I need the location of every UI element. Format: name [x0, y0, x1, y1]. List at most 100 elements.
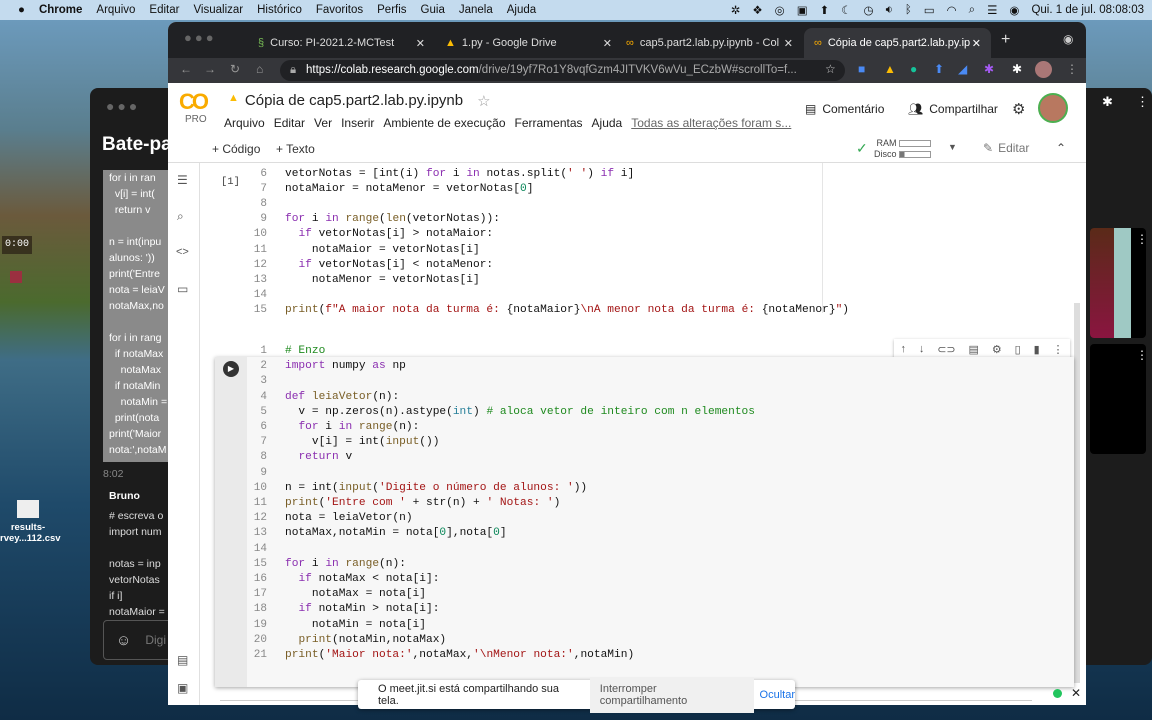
chrome-menu-icon[interactable]: ⋮ — [1066, 62, 1078, 76]
more-vert-icon[interactable]: ⋮ — [1136, 232, 1146, 246]
code-line[interactable]: print(notaMin,notaMax) — [285, 634, 446, 646]
back-icon[interactable]: ← — [180, 62, 192, 76]
stop-sharing-button[interactable]: Interromper compartilhamento — [589, 676, 754, 713]
files-folder-icon[interactable]: ▭ — [177, 282, 188, 296]
user-avatar[interactable] — [1038, 93, 1068, 123]
menubar-item[interactable]: Editar — [149, 4, 179, 16]
arrow-down-icon[interactable]: ↓ — [919, 343, 925, 355]
menu-item[interactable]: Ver — [314, 116, 332, 130]
more-vert-icon[interactable]: ⋮ — [1053, 343, 1064, 356]
bluetooth-icon[interactable]: ᛒ — [905, 4, 912, 16]
grammarly-icon[interactable]: ● — [910, 62, 917, 76]
menu-item[interactable]: Ajuda — [592, 116, 623, 130]
chat-message-selected[interactable]: for i in ran v[i] = int( return v n = in… — [103, 170, 173, 462]
tab-curso[interactable]: § Curso: PI-2021.2-MCTest ✕ — [248, 28, 435, 58]
code-line[interactable]: if vetorNotas[i] > notaMaior: — [285, 228, 493, 240]
more-vert-icon[interactable]: ⋮ — [1136, 348, 1148, 362]
trash-icon[interactable]: ▮ — [1034, 343, 1040, 356]
code-line[interactable]: print('Maior nota:',notaMax,'\nMenor not… — [285, 649, 634, 661]
close-icon[interactable]: ✕ — [972, 37, 981, 50]
forward-icon[interactable]: → — [204, 62, 216, 76]
extensions-icon[interactable]: ✱ — [1102, 94, 1113, 110]
code-line[interactable]: for i in range(len(vetorNotas)): — [285, 213, 500, 225]
clock-icon[interactable]: ◷ — [864, 3, 874, 17]
settings-gear-icon[interactable]: ⚙ — [1012, 100, 1025, 118]
participant-video[interactable]: ⋮ — [1090, 228, 1146, 338]
profile-avatar[interactable] — [1035, 61, 1052, 78]
menubar-item[interactable]: Perfis — [377, 4, 406, 16]
code-line[interactable]: vetorNotas = [int(i) for i in notas.spli… — [285, 168, 634, 180]
menubar-app[interactable]: Chrome — [39, 4, 82, 16]
tab-colab-copy[interactable]: ∞ Cópia de cap5.part2.lab.py.ip ✕ — [804, 28, 991, 58]
menubar-item[interactable]: Favoritos — [316, 4, 363, 16]
code-line[interactable]: notaMax = nota[i] — [285, 588, 426, 600]
upload-icon[interactable]: ⬆ — [820, 3, 830, 17]
notebook-title-text[interactable]: Cópia de cap5.part2.lab.py.ipynb — [245, 92, 463, 110]
code-line[interactable]: print('Entre com ' + str(n) + ' Notas: '… — [285, 497, 560, 509]
tab-search-icon[interactable]: ◉ — [1063, 32, 1073, 46]
gear-icon[interactable]: ⚙ — [992, 343, 1002, 356]
code-line[interactable]: n = int(input('Digite o número de alunos… — [285, 482, 587, 494]
bookmark-star-icon[interactable]: ☆ — [825, 62, 836, 76]
star-icon[interactable]: ☆ — [477, 92, 490, 110]
menubar-item[interactable]: Arquivo — [96, 4, 135, 16]
extension-icon[interactable]: ◢ — [958, 62, 967, 76]
command-palette-icon[interactable]: ▤ — [177, 653, 188, 667]
code-line[interactable]: if notaMin > nota[i]: — [285, 603, 439, 615]
hide-button[interactable]: Ocultar — [760, 689, 795, 701]
add-text-button[interactable]: + Texto — [276, 142, 315, 156]
close-icon[interactable]: ✕ — [603, 37, 612, 50]
resources-indicator[interactable]: RAM Disco — [874, 138, 932, 160]
table-of-contents-icon[interactable]: ☰ — [177, 173, 188, 187]
notebook-title[interactable]: ▲ Cópia de cap5.part2.lab.py.ipynb ☆ — [228, 92, 491, 110]
scrollbar[interactable] — [1074, 303, 1080, 683]
code-line[interactable]: return v — [285, 451, 352, 463]
menu-item[interactable]: Ferramentas — [515, 116, 583, 130]
apple-icon[interactable]: ● — [18, 4, 25, 16]
colab-logo[interactable]: CO — [179, 89, 209, 115]
code-line[interactable]: for i in range(n): — [285, 421, 419, 433]
code-line[interactable]: def leiaVetor(n): — [285, 391, 399, 403]
menubar-item[interactable]: Ajuda — [507, 4, 536, 16]
volume-icon[interactable]: 🔉︎ — [886, 4, 893, 17]
tab-colab-original[interactable]: ∞ cap5.part2.lab.py.ipynb - Col ✕ — [616, 28, 803, 58]
more-vert-icon[interactable]: ⋮ — [1136, 94, 1149, 110]
chat-input[interactable]: ☺ Digi — [103, 620, 173, 660]
menu-item[interactable]: Ambiente de execução — [383, 116, 505, 130]
code-line[interactable]: import numpy as np — [285, 360, 406, 372]
code-line[interactable]: v[i] = int(input()) — [285, 436, 440, 448]
stop-recording-button[interactable] — [10, 271, 22, 283]
save-status-link[interactable]: Todas as alterações foram s... — [631, 116, 791, 130]
code-line[interactable]: notaMenor = vetorNotas[i] — [285, 274, 480, 286]
menubar-item[interactable]: Guia — [421, 4, 445, 16]
window-controls[interactable]: ●●● — [184, 30, 217, 45]
code-line[interactable]: v = np.zeros(n).astype(int) # aloca veto… — [285, 406, 755, 418]
collapse-header-icon[interactable]: ⌃ — [1056, 141, 1066, 155]
menubar-item[interactable]: Visualizar — [193, 4, 243, 16]
code-line[interactable]: # Enzo — [285, 345, 325, 357]
share-button[interactable]: 👥︎ Compartilhar — [908, 102, 998, 116]
status-icon[interactable]: ◎ — [775, 3, 785, 17]
siri-icon[interactable]: ◉ — [1009, 3, 1019, 17]
close-icon[interactable]: ✕ — [784, 37, 793, 50]
code-line[interactable]: print(f"A maior nota da turma é: {notaMa… — [285, 304, 849, 316]
comment-icon[interactable]: ▤ — [969, 343, 979, 356]
extensions-puzzle-icon[interactable]: ✱ — [1012, 62, 1022, 76]
desktop-file[interactable]: results- rvey...112.csv — [0, 500, 61, 544]
code-line[interactable]: notaMaior = notaMenor = vetorNotas[0] — [285, 183, 533, 195]
home-icon[interactable]: ⌂ — [256, 62, 263, 76]
close-icon[interactable]: ✕ — [416, 37, 425, 50]
moon-icon[interactable]: ☾ — [841, 3, 851, 17]
menu-item[interactable]: Editar — [274, 116, 305, 130]
code-line[interactable]: if notaMax < nota[i]: — [285, 573, 439, 585]
arrow-up-icon[interactable]: ↑ — [900, 343, 906, 355]
link-icon[interactable]: ⊂⊃ — [937, 343, 955, 356]
chevron-down-icon[interactable]: ▼ — [948, 142, 957, 152]
code-line[interactable]: nota = leiaVetor(n) — [285, 512, 413, 524]
terminal-icon[interactable]: ▣ — [177, 681, 188, 695]
code-line[interactable]: notaMin = nota[i] — [285, 619, 426, 631]
translate-extension-icon[interactable]: ■ — [858, 62, 865, 76]
edit-button[interactable]: ✎ Editar — [983, 141, 1029, 155]
menu-item[interactable]: Inserir — [341, 116, 374, 130]
tab-drive[interactable]: ▲ 1.py - Google Drive ✕ — [435, 28, 622, 58]
